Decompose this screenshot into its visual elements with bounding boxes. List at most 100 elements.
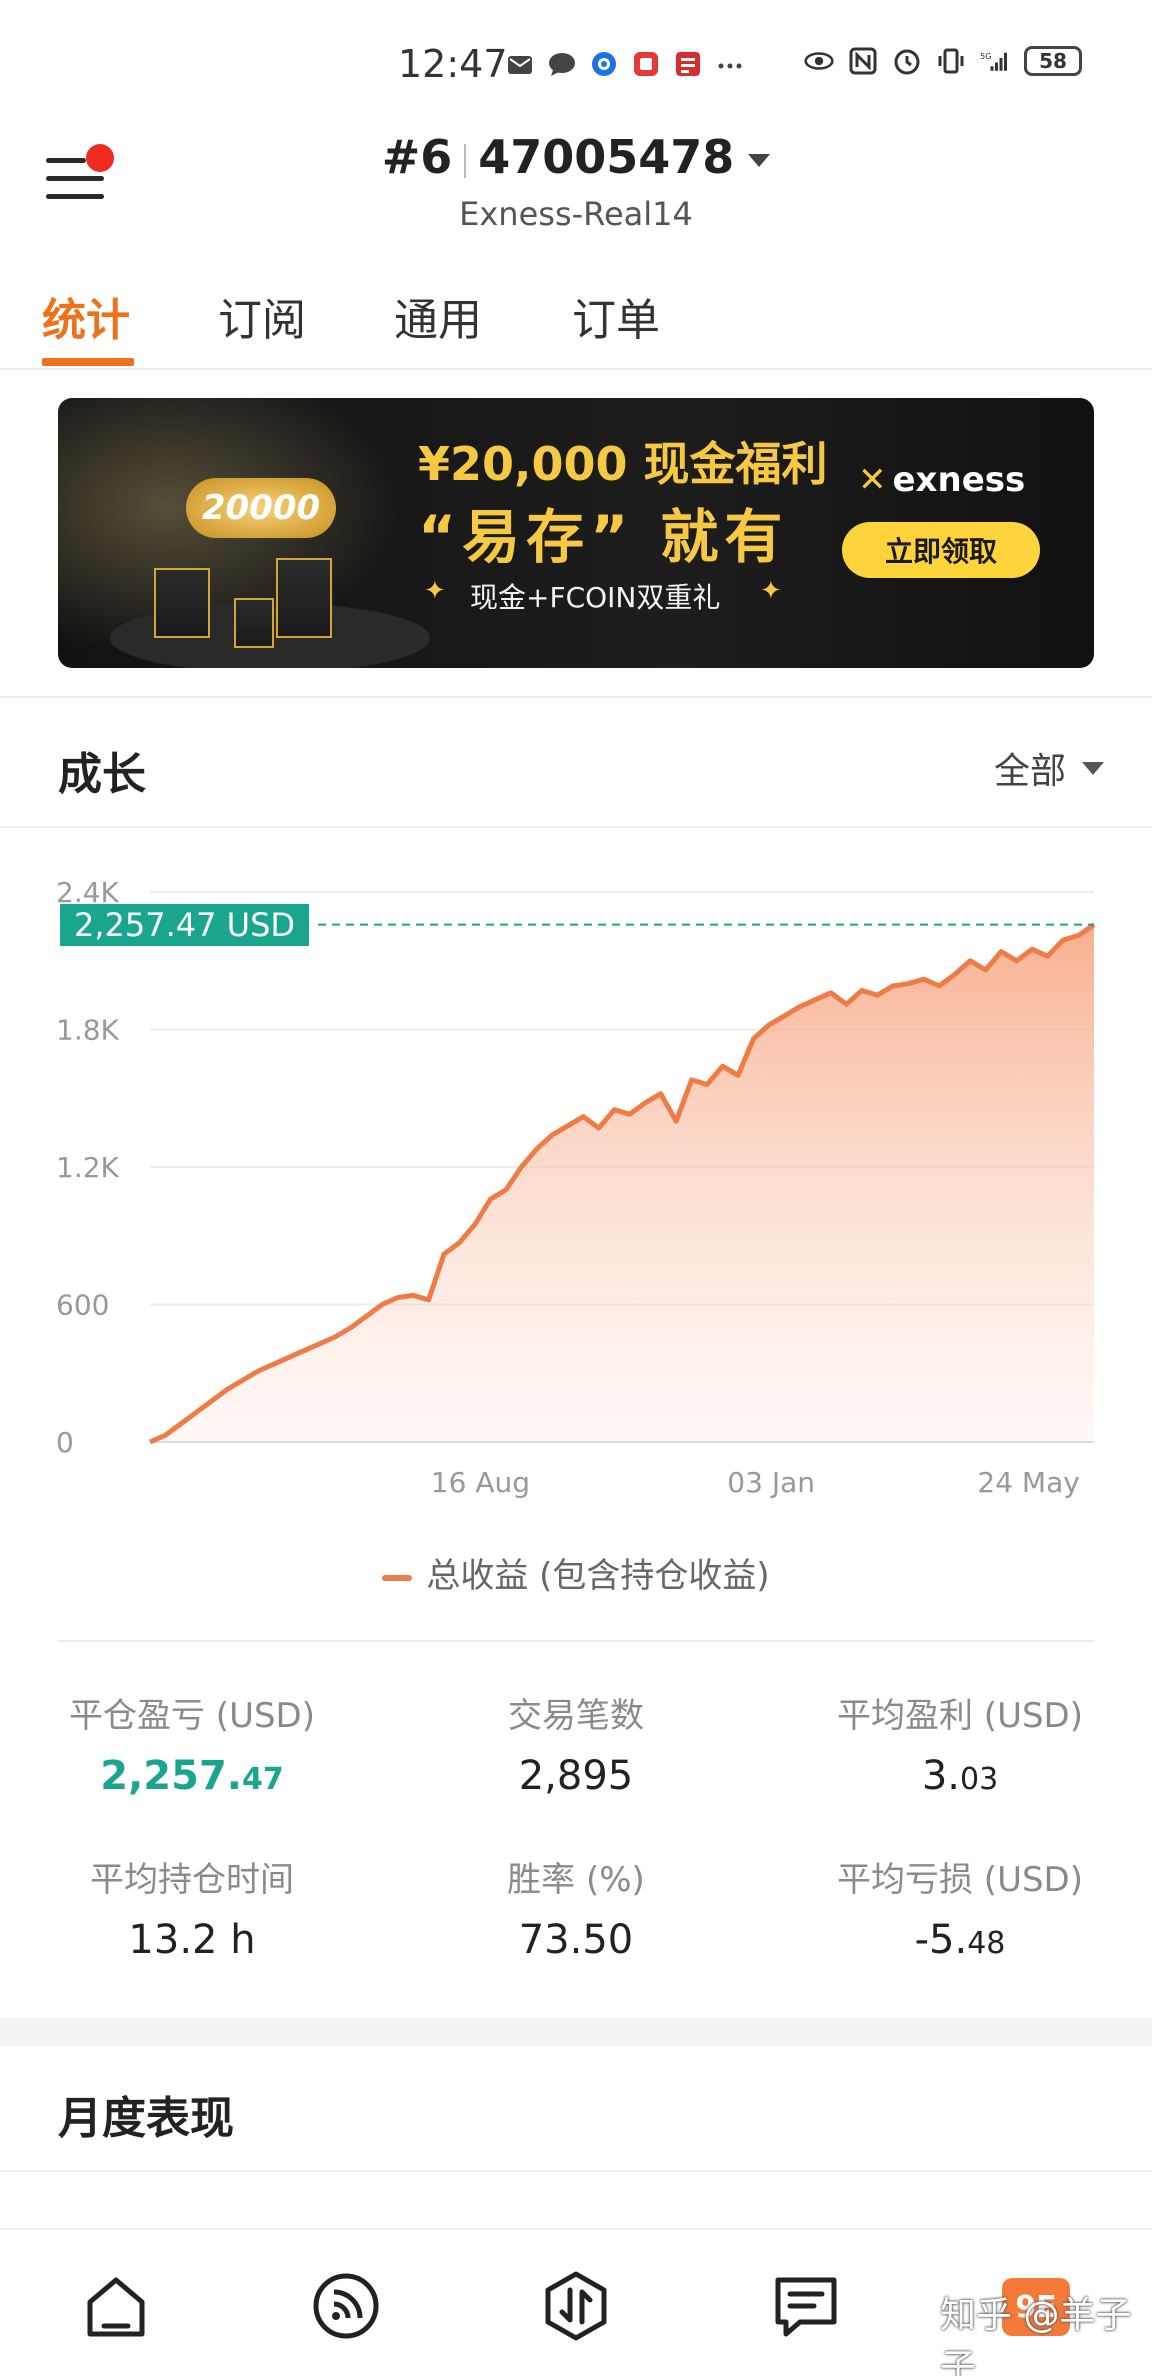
stat-value: 2,257.47 (0, 1753, 384, 1799)
legend-swatch (382, 1574, 413, 1581)
chart-legend: 总收益 (包含持仓收益) (0, 1548, 1152, 1597)
stat-label: 交易笔数 (508, 1696, 644, 1736)
account-separator (464, 143, 467, 178)
tab-active-indicator (42, 358, 134, 366)
battery-icon: 58 (1024, 46, 1082, 76)
eye-icon (804, 46, 834, 76)
stat-value-decimals: 03 (959, 1762, 999, 1797)
caret-down-icon (1082, 761, 1104, 775)
stat-label: 胜率 (%) (507, 1860, 645, 1900)
signal-feed-icon (313, 2273, 379, 2339)
account-number: 47005478 (478, 130, 735, 184)
growth-range-filter[interactable]: 全部 (994, 742, 1104, 794)
nav-news[interactable] (766, 2266, 846, 2346)
x-tick-label: 24 May (977, 1466, 1079, 1499)
stat-label: 平均持仓时间 (90, 1860, 294, 1900)
more-icon (715, 49, 745, 79)
y-tick-label: 0 (56, 1426, 74, 1459)
growth-chart[interactable]: 0 600 1.2K 1.8K 2.4K 16 Aug 03 Jan 24 May 2,257… (0, 870, 1152, 1530)
banner-subtitle: 现金+FCOIN双重礼 (470, 581, 721, 614)
stat-value: 13.2 h (0, 1917, 384, 1963)
stat-label: 平均盈利 (USD) (837, 1696, 1083, 1736)
nav-trade[interactable] (536, 2266, 616, 2346)
section-divider (0, 2170, 1152, 2172)
claim-button[interactable]: 立即领取 (842, 522, 1040, 578)
exness-brand: exness (892, 460, 1026, 500)
gift-box-icon (276, 558, 332, 638)
sparkle-icon: ✦ (424, 576, 446, 606)
stat-label: 平均亏损 (USD) (837, 1860, 1083, 1900)
stat-avg-profit: 平均盈利 (USD) 3.03 (768, 1688, 1152, 1799)
status-icons-left (505, 44, 745, 84)
growth-filter-label: 全部 (993, 751, 1066, 792)
news-icon (673, 49, 703, 79)
stat-trade-count: 交易笔数 2,895 (384, 1688, 768, 1799)
sparkle-icon: ✦ (760, 576, 782, 606)
alarm-icon (892, 46, 922, 76)
stat-value-main: 13.2 h (128, 1917, 256, 1963)
stat-value-decimals: 47 (241, 1762, 284, 1797)
nav-signals[interactable] (306, 2266, 386, 2346)
home-icon (87, 2277, 145, 2337)
growth-chart-svg: 06001.2K1.8K2.4K16 Aug 03 Jan 24 May (56, 876, 1096, 1499)
series-area (150, 924, 1094, 1442)
nfc-icon (848, 46, 878, 76)
signal-icon: 5G (980, 46, 1010, 76)
exness-mark-icon: ✕ (858, 460, 887, 500)
stat-value-main: 73.50 (518, 1917, 634, 1963)
x-tick-label: 16 Aug (431, 1466, 530, 1499)
account-selector[interactable]: #6 47005478 (0, 130, 1152, 184)
banner-headline: ¥20,000 现金福利 (418, 437, 828, 491)
stat-value: -5.48 (768, 1917, 1152, 1963)
vibrate-icon (936, 46, 966, 76)
stat-avg-hold-time: 平均持仓时间 13.2 h (0, 1852, 384, 1963)
account-prefix: #6 (381, 130, 453, 184)
y-tick-label: 1.8K (56, 1014, 120, 1047)
section-gap (0, 2018, 1152, 2046)
stat-value-main: -5. (914, 1917, 968, 1963)
stat-win-rate: 胜率 (%) 73.50 (384, 1852, 768, 1963)
app-icon (631, 49, 661, 79)
server-name: Exness-Real14 (459, 195, 693, 233)
tab-bar: 统计 订阅 通用 订单 (0, 270, 1152, 370)
status-bar: 12:47 5G 58 (0, 0, 1152, 130)
y-tick-label: 600 (56, 1289, 109, 1322)
stat-value: 73.50 (384, 1917, 768, 1963)
browser-icon (589, 49, 619, 79)
banner-slogan: “易存” 就有 (418, 503, 789, 571)
tab-general[interactable]: 通用 (394, 284, 482, 348)
growth-title: 成长 (58, 749, 146, 800)
section-divider (0, 696, 1152, 698)
watermark: 知乎 @羊子子 (940, 2295, 1132, 2376)
stat-value-main: 2,895 (518, 1753, 634, 1799)
tab-statistics[interactable]: 统计 (42, 284, 130, 348)
status-time: 12:47 (398, 42, 508, 86)
stat-value-main: 2,257. (100, 1753, 242, 1799)
exness-logo: ✕ exness (858, 460, 1025, 500)
stat-value: 3.03 (768, 1753, 1152, 1799)
nav-home[interactable] (76, 2266, 156, 2346)
current-value-label: 2,257.47 USD (60, 903, 310, 946)
trade-icon (545, 2271, 607, 2341)
y-tick-label: 1.2K (56, 1151, 120, 1184)
mail-icon (505, 49, 535, 79)
x-tick-label: 03 Jan (727, 1466, 815, 1499)
tab-subscription[interactable]: 订阅 (218, 284, 306, 348)
signal-type-text: 5G (980, 51, 992, 61)
stat-avg-loss: 平均亏损 (USD) -5.48 (768, 1852, 1152, 1963)
tab-orders[interactable]: 订单 (572, 284, 660, 348)
section-divider (58, 1640, 1094, 1642)
caret-down-icon (748, 154, 771, 167)
promo-banner[interactable]: 20000 ¥20,000 现金福利 “易存” 就有 ✦ 现金+FCOIN双重礼… (58, 398, 1094, 668)
monthly-performance-title: 月度表现 (58, 2093, 234, 2144)
chat-icon (547, 49, 577, 79)
status-icons-right: 5G 58 (804, 46, 1082, 76)
stat-value: 2,895 (384, 1753, 768, 1799)
coins-icon: 20000 (186, 478, 336, 538)
stat-value-decimals: 48 (967, 1926, 1006, 1961)
news-icon (775, 2277, 837, 2337)
section-divider (0, 826, 1152, 828)
stat-label: 平仓盈亏 (USD) (69, 1696, 315, 1736)
stat-closed-pnl: 平仓盈亏 (USD) 2,257.47 (0, 1688, 384, 1799)
gift-box-icon (234, 598, 274, 648)
